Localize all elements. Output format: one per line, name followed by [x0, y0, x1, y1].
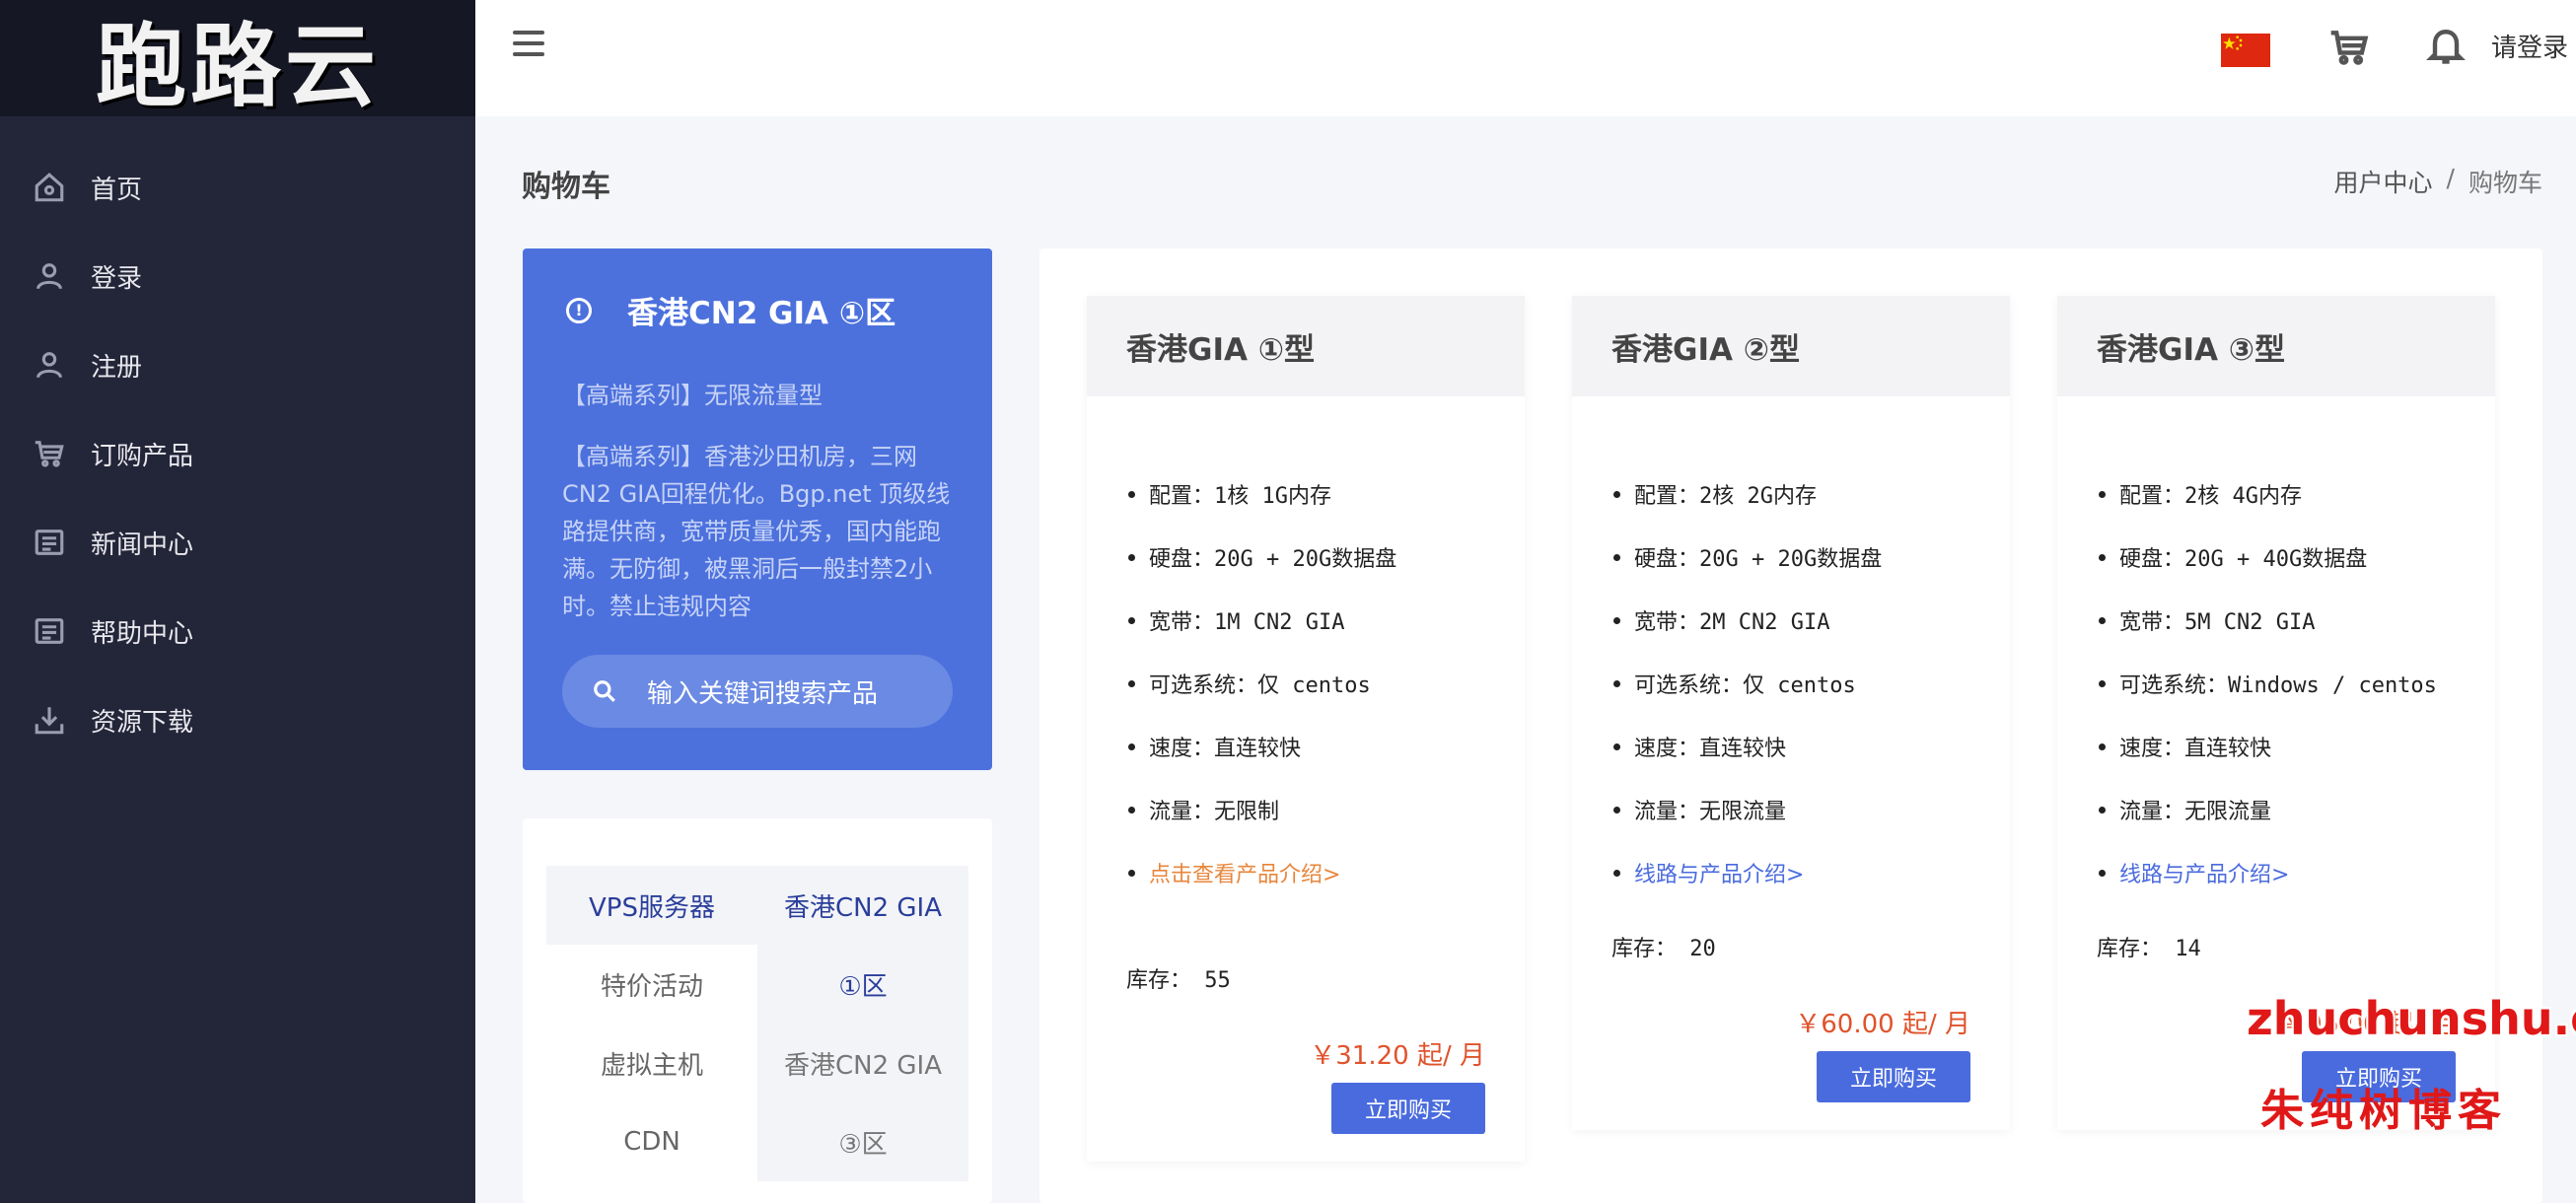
sidebar-item-label: 注册 [91, 352, 143, 383]
sidebar-item-home[interactable]: 首页 [0, 143, 475, 232]
buy-now-button[interactable]: 立即购买 [1331, 1083, 1485, 1134]
subcategory-column: 香港CN2 GIA ①区 香港CN2 GIA ③区 [757, 866, 968, 1181]
sidebar-item-help[interactable]: 帮助中心 [0, 587, 475, 675]
promo-title-text: 香港CN2 GIA ①区 [627, 296, 896, 331]
feature-disk: 硬盘：20G + 20G数据盘 [1126, 525, 1485, 588]
search-placeholder: 输入关键词搜索产品 [647, 678, 879, 709]
sidebar-item-login[interactable]: 登录 [0, 232, 475, 320]
user-icon [32, 347, 67, 383]
sidebar-item-label: 资源下载 [91, 707, 194, 738]
category-column: VPS服务器 特价活动 虚拟主机 CDN [546, 866, 757, 1181]
category-cdn[interactable]: CDN [546, 1102, 757, 1181]
feature-config: 配置：2核 2G内存 [1611, 461, 1970, 525]
subcategory-hk-cn2-gia-1-line1[interactable]: 香港CN2 GIA [757, 866, 968, 945]
feature-speed: 速度：直连较快 [2097, 714, 2456, 777]
feature-config: 配置：1核 1G内存 [1126, 461, 1485, 525]
sidebar-item-downloads[interactable]: 资源下载 [0, 675, 475, 764]
sidebar-item-label: 订购产品 [91, 441, 194, 471]
category-grid: VPS服务器 特价活动 虚拟主机 CDN 香港CN2 GIA ①区 香港CN2 … [546, 866, 968, 1181]
sidebar-item-label: 首页 [91, 175, 143, 205]
feature-list: 配置：1核 1G内存 硬盘：20G + 20G数据盘 宽带：1M CN2 GIA… [1126, 461, 1485, 903]
product-search-input[interactable]: 输入关键词搜索产品 [562, 655, 953, 728]
subcategory-hk-cn2-gia-3-line2[interactable]: ③区 [757, 1102, 968, 1181]
feature-speed: 速度：直连较快 [1611, 714, 1970, 777]
feature-bandwidth: 宽带：2M CN2 GIA [1611, 588, 1970, 651]
info-icon: ! [566, 297, 592, 323]
promo-card: ! 香港CN2 GIA ①区 【高端系列】无限流量型 【高端系列】香港沙田机房，… [523, 248, 992, 770]
search-icon [594, 680, 615, 702]
category-specials[interactable]: 特价活动 [546, 945, 757, 1024]
feature-list: 配置：2核 4G内存 硬盘：20G + 40G数据盘 宽带：5M CN2 GIA… [2097, 461, 2456, 903]
logo-bar: 跑路云 [0, 0, 475, 119]
breadcrumb-current: 购物车 [2468, 169, 2542, 197]
subcategory-hk-cn2-gia-1-line2[interactable]: ①区 [757, 945, 968, 1024]
sidebar-item-label: 新闻中心 [91, 530, 194, 560]
home-icon [32, 170, 67, 205]
buy-now-button[interactable]: 立即购买 [1817, 1051, 1970, 1102]
brand-logo[interactable]: 跑路云 [96, 0, 380, 124]
promo-subtitle: 【高端系列】无限流量型 [562, 382, 823, 409]
product-list: 香港GIA ①型 配置：1核 1G内存 硬盘：20G + 20G数据盘 宽带：1… [1039, 248, 2542, 1203]
watermark-blog-name: 朱纯树博客 [2260, 1086, 2507, 1136]
feature-os: 可选系统：Windows / centos [2097, 651, 2456, 714]
sidebar-item-news[interactable]: 新闻中心 [0, 498, 475, 587]
category-vps[interactable]: VPS服务器 [546, 866, 757, 945]
sidebar-item-label: 帮助中心 [91, 618, 194, 649]
product-body: 配置：1核 1G内存 硬盘：20G + 20G数据盘 宽带：1M CN2 GIA… [1087, 396, 1525, 1134]
product-name: 香港GIA ②型 [1572, 296, 2010, 396]
feature-traffic: 流量：无限制 [1126, 777, 1485, 840]
feature-disk: 硬盘：20G + 40G数据盘 [2097, 525, 2456, 588]
document-icon [32, 613, 67, 649]
breadcrumb: 用户中心 / 购物车 [2334, 164, 2542, 199]
cart-icon [32, 436, 67, 471]
sidebar-item-register[interactable]: 注册 [0, 320, 475, 409]
user-icon [32, 258, 67, 294]
feature-traffic: 流量：无限流量 [1611, 777, 1970, 840]
document-icon [32, 525, 67, 560]
product-body: 配置：2核 4G内存 硬盘：20G + 40G数据盘 宽带：5M CN2 GIA… [2057, 396, 2495, 1102]
feature-config: 配置：2核 4G内存 [2097, 461, 2456, 525]
hamburger-icon[interactable] [513, 28, 544, 59]
feature-traffic: 流量：无限流量 [2097, 777, 2456, 840]
subcategory-hk-cn2-gia-3-line1[interactable]: 香港CN2 GIA [757, 1024, 968, 1102]
stock-count: 库存： 55 [1126, 968, 1231, 993]
sidebar-item-order[interactable]: 订购产品 [0, 409, 475, 498]
category-panel: VPS服务器 特价活动 虚拟主机 CDN 香港CN2 GIA ①区 香港CN2 … [523, 818, 992, 1203]
download-icon [32, 702, 67, 738]
cart-icon[interactable] [2327, 26, 2371, 69]
product-price: ￥60.00 起/ 月 [1795, 1010, 1970, 1039]
breadcrumb-home[interactable]: 用户中心 [2334, 164, 2433, 199]
watermark-url: zhuchunshu.com [2247, 992, 2576, 1045]
product-price: ￥31.20 起/ 月 [1310, 1041, 1485, 1071]
sidebar-item-label: 登录 [91, 263, 143, 294]
product-intro-link[interactable]: 线路与产品介绍> [1611, 840, 1970, 903]
feature-bandwidth: 宽带：1M CN2 GIA [1126, 588, 1485, 651]
login-link[interactable]: 请登录 [2491, 28, 2568, 64]
topbar: 请登录 [475, 0, 2576, 116]
china-flag-icon[interactable] [2221, 34, 2270, 67]
promo-description: 【高端系列】香港沙田机房，三网CN2 GIA回程优化。Bgp.net 顶级线路提… [562, 443, 951, 620]
product-name: 香港GIA ③型 [2057, 296, 2495, 396]
product-name: 香港GIA ①型 [1087, 296, 1525, 396]
stock-count: 库存： 20 [1611, 937, 1716, 961]
promo-title: ! 香港CN2 GIA ①区 [562, 288, 953, 332]
product-intro-link[interactable]: 线路与产品介绍> [2097, 840, 2456, 903]
category-web-hosting[interactable]: 虚拟主机 [546, 1024, 757, 1102]
feature-list: 配置：2核 2G内存 硬盘：20G + 20G数据盘 宽带：2M CN2 GIA… [1611, 461, 1970, 903]
feature-os: 可选系统：仅 centos [1126, 651, 1485, 714]
product-intro-link[interactable]: 点击查看产品介绍> [1126, 840, 1485, 903]
bell-icon[interactable] [2424, 24, 2468, 67]
stock-count: 库存： 14 [2097, 937, 2201, 961]
product-card: 香港GIA ①型 配置：1核 1G内存 硬盘：20G + 20G数据盘 宽带：1… [1087, 296, 1525, 1162]
sidebar-nav: 首页 登录 注册 订购产品 新闻中心 帮助中心 资源下载 [0, 116, 475, 764]
feature-disk: 硬盘：20G + 20G数据盘 [1611, 525, 1970, 588]
feature-bandwidth: 宽带：5M CN2 GIA [2097, 588, 2456, 651]
sidebar: 跑路云 首页 登录 注册 订购产品 新闻中心 帮助中心 资源下载 [0, 0, 475, 1203]
feature-speed: 速度：直连较快 [1126, 714, 1485, 777]
page-title: 购物车 [522, 170, 610, 204]
feature-os: 可选系统：仅 centos [1611, 651, 1970, 714]
breadcrumb-separator: / [2446, 164, 2455, 192]
product-card: 香港GIA ②型 配置：2核 2G内存 硬盘：20G + 20G数据盘 宽带：2… [1572, 296, 2010, 1130]
product-body: 配置：2核 2G内存 硬盘：20G + 20G数据盘 宽带：2M CN2 GIA… [1572, 396, 2010, 1102]
